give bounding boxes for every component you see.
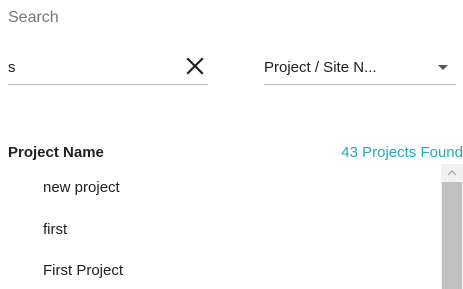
- close-icon[interactable]: [184, 55, 206, 77]
- list-header: Project Name: [8, 144, 104, 161]
- results-count: 43 Projects Found: [341, 144, 463, 161]
- search-filter-select[interactable]: Project / Site N...: [264, 52, 456, 85]
- scrollbar-thumb[interactable]: [442, 182, 462, 289]
- chevron-up-icon[interactable]: [441, 164, 463, 182]
- list-item[interactable]: First Project: [43, 262, 123, 279]
- project-list: new project first First Project: [0, 166, 441, 289]
- list-scrollbar[interactable]: [441, 164, 463, 289]
- list-item[interactable]: first: [43, 221, 67, 238]
- caret-down-icon: [438, 65, 448, 70]
- search-input[interactable]: [8, 52, 168, 82]
- search-field: [8, 52, 208, 85]
- search-filter-value: Project / Site N...: [264, 59, 377, 76]
- list-item[interactable]: new project: [43, 179, 120, 196]
- search-label: Search: [8, 9, 59, 26]
